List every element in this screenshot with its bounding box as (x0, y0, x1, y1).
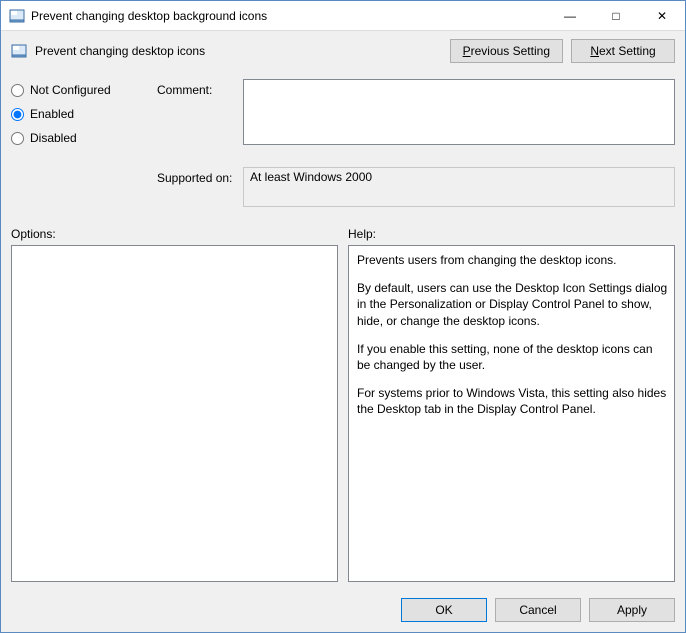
radio-disabled-label: Disabled (30, 131, 77, 145)
policy-icon (11, 43, 27, 59)
header-row: Prevent changing desktop icons Previous … (11, 39, 675, 63)
comment-field[interactable] (243, 79, 675, 145)
close-button[interactable]: ✕ (639, 1, 685, 30)
radio-not-configured-label: Not Configured (30, 83, 111, 97)
radio-disabled-input[interactable] (11, 132, 24, 145)
footer: OK Cancel Apply (11, 588, 675, 622)
ok-button[interactable]: OK (401, 598, 487, 622)
previous-setting-button[interactable]: Previous Setting (450, 39, 563, 63)
content-area: Prevent changing desktop icons Previous … (1, 31, 685, 632)
radio-not-configured-input[interactable] (11, 84, 24, 97)
radio-disabled[interactable]: Disabled (11, 131, 151, 145)
config-grid: Not Configured Enabled Disabled Comment: (11, 79, 675, 153)
help-paragraph: Prevents users from changing the desktop… (357, 252, 668, 268)
radio-not-configured[interactable]: Not Configured (11, 83, 151, 97)
policy-name: Prevent changing desktop icons (35, 44, 442, 58)
comment-label: Comment: (157, 79, 237, 145)
policy-window: Prevent changing desktop background icon… (0, 0, 686, 633)
supported-row: Supported on: At least Windows 2000 (11, 167, 675, 207)
options-label: Options: (11, 227, 338, 241)
minimize-button[interactable]: — (547, 1, 593, 30)
next-setting-button[interactable]: Next Setting (571, 39, 675, 63)
help-label: Help: (348, 227, 675, 241)
options-pane[interactable] (11, 245, 338, 582)
supported-on-field: At least Windows 2000 (243, 167, 675, 207)
titlebar: Prevent changing desktop background icon… (1, 1, 685, 31)
policy-icon (9, 8, 25, 24)
window-title: Prevent changing desktop background icon… (31, 9, 547, 23)
apply-button[interactable]: Apply (589, 598, 675, 622)
radio-enabled-input[interactable] (11, 108, 24, 121)
help-paragraph: By default, users can use the Desktop Ic… (357, 280, 668, 329)
maximize-button[interactable]: □ (593, 1, 639, 30)
cancel-button[interactable]: Cancel (495, 598, 581, 622)
help-paragraph: If you enable this setting, none of the … (357, 341, 668, 373)
radio-enabled-label: Enabled (30, 107, 74, 121)
help-pane[interactable]: Prevents users from changing the desktop… (348, 245, 675, 582)
lower-panes: Options: Help: Prevents users from chang… (11, 227, 675, 582)
help-paragraph: For systems prior to Windows Vista, this… (357, 385, 668, 417)
supported-on-label: Supported on: (157, 167, 237, 185)
radio-enabled[interactable]: Enabled (11, 107, 151, 121)
